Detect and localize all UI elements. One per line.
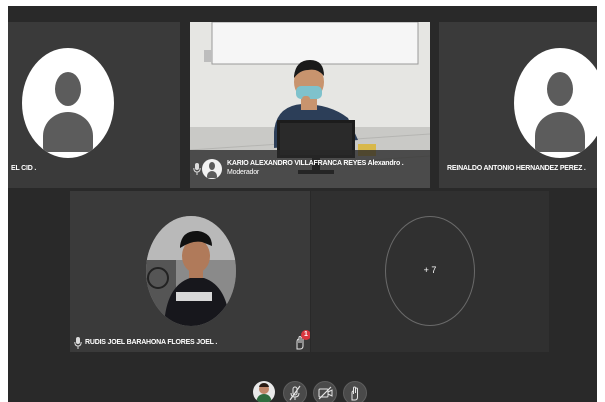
participant-tile-moderator[interactable]: KARIO ALEXANDRO VILLAFRANCA REYES Alexan… bbox=[190, 22, 430, 188]
microphone-icon bbox=[193, 163, 201, 175]
participant-name: KARIO ALEXANDRO VILLAFRANCA REYES Alexan… bbox=[227, 160, 404, 176]
video-toggle-button[interactable] bbox=[313, 381, 337, 402]
video-off-icon bbox=[318, 386, 333, 400]
avatar bbox=[514, 48, 597, 158]
meeting-frame: EL CID . KARIO ALEXANDRO VILLAFRANCA REY… bbox=[8, 6, 597, 402]
raise-hand-icon bbox=[351, 386, 358, 401]
more-participants-tile[interactable]: + 7 bbox=[311, 191, 549, 352]
notification-badge: 1 bbox=[301, 330, 310, 340]
microphone-muted-icon bbox=[289, 385, 301, 401]
raise-hand-button[interactable] bbox=[343, 381, 367, 402]
more-participants-count: + 7 bbox=[423, 265, 437, 275]
participant-name: RUDIS JOEL BARAHONA FLORES JOEL . bbox=[85, 339, 218, 346]
self-avatar bbox=[256, 383, 272, 402]
mute-microphone-button[interactable] bbox=[283, 381, 307, 402]
participant-name: REINALDO ANTONIO HERNANDEZ PEREZ . bbox=[447, 165, 586, 172]
avatar bbox=[202, 159, 222, 179]
self-avatar-button[interactable] bbox=[253, 381, 275, 402]
participant-tile-rudis[interactable]: RUDIS JOEL BARAHONA FLORES JOEL . 1 bbox=[70, 191, 310, 352]
participant-photo bbox=[146, 216, 236, 326]
participant-role: Moderador bbox=[227, 169, 260, 176]
participant-name-text: KARIO ALEXANDRO VILLAFRANCA REYES Alexan… bbox=[227, 160, 404, 167]
participant-tile-right[interactable]: REINALDO ANTONIO HERNANDEZ PEREZ . bbox=[439, 22, 597, 188]
avatar bbox=[22, 48, 114, 158]
microphone-icon bbox=[74, 337, 82, 349]
avatar bbox=[146, 216, 236, 326]
participant-name: EL CID . bbox=[11, 165, 37, 172]
participant-tile-left[interactable]: EL CID . bbox=[8, 22, 180, 188]
